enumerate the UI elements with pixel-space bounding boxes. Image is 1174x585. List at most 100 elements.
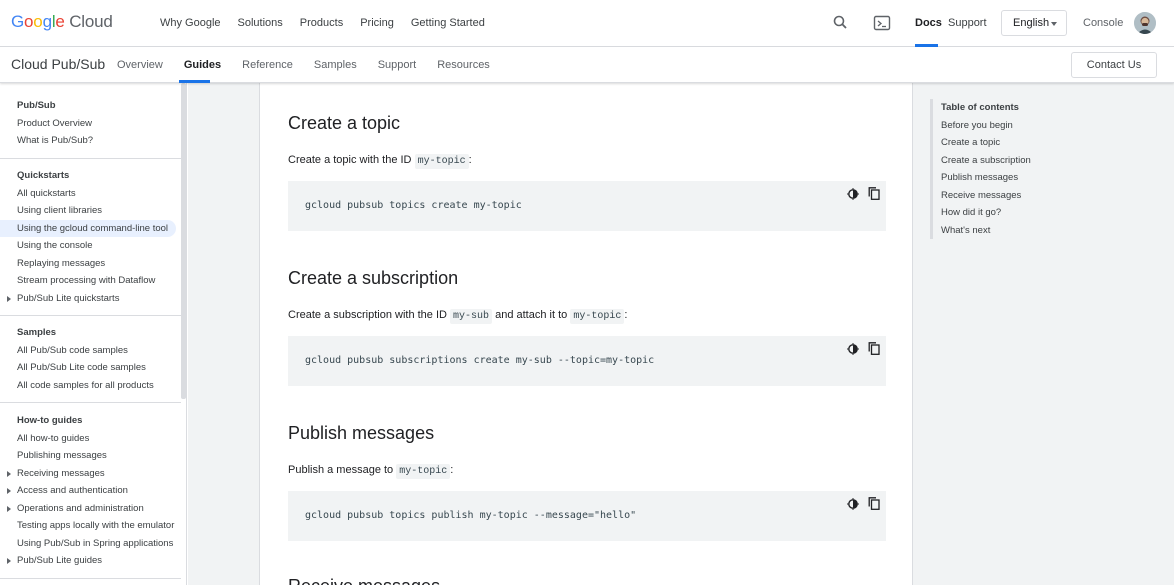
sidebar-item-label: Receiving messages: [17, 467, 105, 479]
nav-products[interactable]: Products: [300, 17, 343, 29]
toc-item-whats-next[interactable]: What's next: [941, 222, 1031, 240]
heading-receive-messages: Receive messages: [288, 576, 440, 585]
tab-samples[interactable]: Samples: [314, 59, 357, 71]
sidebar-item-product-overview[interactable]: Product Overview: [0, 115, 181, 133]
google-cloud-logo[interactable]: Google Cloud: [11, 12, 113, 32]
product-bar: Cloud Pub/Sub Overview Guides Reference …: [0, 47, 1174, 83]
tab-guides[interactable]: Guides: [184, 59, 221, 71]
product-title[interactable]: Cloud Pub/Sub: [11, 56, 105, 72]
toc-item-publish-messages[interactable]: Publish messages: [941, 169, 1031, 187]
caret-right-icon: [7, 488, 11, 494]
nav-why-google[interactable]: Why Google: [160, 17, 221, 29]
code-command[interactable]: gcloud pubsub topics publish my-topic --…: [305, 510, 636, 521]
dark-theme-icon[interactable]: [847, 497, 859, 510]
sidebar-item-label: Access and authentication: [17, 485, 128, 496]
logo-letter: o: [33, 12, 43, 31]
sidebar-item-pubsub-samples[interactable]: All Pub/Sub code samples: [0, 342, 181, 360]
sidebar-item-spring[interactable]: Using Pub/Sub in Spring applications: [0, 535, 181, 553]
sidebar-item-all-howto[interactable]: All how-to guides: [0, 430, 181, 448]
sidebar-item-dataflow[interactable]: Stream processing with Dataflow: [0, 272, 181, 290]
inline-code: my-topic: [396, 464, 451, 479]
toc-item-how-did-it-go[interactable]: How did it go?: [941, 204, 1031, 222]
sidebar-item-what-is-pubsub[interactable]: What is Pub/Sub?: [0, 132, 181, 150]
text: Publish a message to: [288, 464, 397, 476]
nav-solutions[interactable]: Solutions: [238, 17, 283, 29]
sidebar-item-all-quickstarts[interactable]: All quickstarts: [0, 185, 181, 203]
terminal-icon[interactable]: [873, 14, 891, 32]
copy-icon[interactable]: [868, 342, 880, 355]
sidebar-item-replaying-messages[interactable]: Replaying messages: [0, 255, 181, 273]
sidebar-item-lite-samples[interactable]: All Pub/Sub Lite code samples: [0, 359, 181, 377]
main-content: Create a topic Create a topic with the I…: [259, 83, 913, 585]
logo-letter: C: [69, 12, 82, 31]
logo-letter: o: [24, 12, 34, 31]
sidebar-item-publishing[interactable]: Publishing messages: [0, 447, 181, 465]
nav-divider: [0, 402, 181, 403]
toc-item-before-you-begin[interactable]: Before you begin: [941, 117, 1031, 135]
nav-getting-started[interactable]: Getting Started: [411, 17, 485, 29]
avatar[interactable]: [1134, 12, 1156, 34]
left-sidebar: Pub/Sub Product Overview What is Pub/Sub…: [0, 83, 187, 585]
dark-theme-icon[interactable]: [847, 342, 859, 355]
inline-code: my-sub: [450, 309, 493, 324]
copy-icon[interactable]: [868, 497, 880, 510]
nav-divider: [0, 578, 181, 579]
nav-section-howto: How-to guides All how-to guides Publishi…: [0, 412, 181, 570]
text: :: [468, 154, 472, 166]
chevron-down-icon: [1051, 22, 1057, 26]
heading-publish-messages: Publish messages: [288, 423, 435, 443]
tab-reference[interactable]: Reference: [242, 59, 293, 71]
top-nav: Why Google Solutions Products Pricing Ge…: [160, 17, 502, 29]
docs-link[interactable]: Docs: [915, 17, 942, 29]
nav-heading[interactable]: Quickstarts: [0, 167, 181, 185]
sidebar-item-client-libraries[interactable]: Using client libraries: [0, 202, 181, 220]
sidebar-item-operations[interactable]: Operations and administration: [0, 500, 181, 518]
toc-item-create-topic[interactable]: Create a topic: [941, 134, 1031, 152]
tab-support[interactable]: Support: [378, 59, 417, 71]
nav-section-samples: Samples All Pub/Sub code samples All Pub…: [0, 324, 181, 394]
sidebar-item-lite-guides[interactable]: Pub/Sub Lite guides: [0, 552, 181, 570]
nav-pricing[interactable]: Pricing: [360, 17, 394, 29]
sidebar-item-console[interactable]: Using the console: [0, 237, 181, 255]
logo-letter: G: [11, 12, 25, 31]
text: Create a subscription with the ID: [288, 309, 451, 321]
sidebar-item-emulator[interactable]: Testing apps locally with the emulator: [0, 517, 181, 535]
language-label: English: [1013, 17, 1050, 29]
language-select[interactable]: English: [1001, 10, 1067, 36]
code-block: gcloud pubsub topics create my-topic: [288, 181, 886, 231]
logo-letter: e: [55, 12, 65, 31]
toc-item-create-subscription[interactable]: Create a subscription: [941, 152, 1031, 170]
dark-theme-icon[interactable]: [847, 187, 859, 200]
sidebar-item-lite-quickstarts[interactable]: Pub/Sub Lite quickstarts: [0, 290, 181, 308]
sidebar-item-gcloud-cli[interactable]: Using the gcloud command-line tool: [0, 219, 176, 237]
top-bar: Google Cloud Why Google Solutions Produc…: [0, 0, 1174, 47]
toc-title: Table of contents: [941, 102, 1019, 113]
support-link[interactable]: Support: [948, 17, 987, 29]
paragraph-create-subscription: Create a subscription with the ID my-sub…: [288, 309, 627, 324]
sidebar-item-access-auth[interactable]: Access and authentication: [0, 482, 181, 500]
nav-section-quickstarts: Quickstarts All quickstarts Using client…: [0, 167, 181, 307]
nav-heading[interactable]: Pub/Sub: [0, 97, 181, 115]
search-icon[interactable]: [832, 14, 850, 32]
tab-resources[interactable]: Resources: [437, 59, 490, 71]
sidebar-scrollbar[interactable]: [181, 83, 186, 399]
code-command[interactable]: gcloud pubsub topics create my-topic: [305, 200, 522, 211]
caret-right-icon: [7, 470, 11, 477]
logo-letter: d: [103, 12, 113, 31]
sidebar-item-receiving[interactable]: Receiving messages: [0, 465, 181, 483]
nav-heading[interactable]: How-to guides: [0, 412, 181, 430]
nav-heading[interactable]: Samples: [0, 324, 181, 342]
code-command[interactable]: gcloud pubsub subscriptions create my-su…: [305, 355, 654, 366]
nav-divider: [0, 158, 181, 159]
toc-item-receive-messages[interactable]: Receive messages: [941, 187, 1031, 205]
console-link[interactable]: Console: [1083, 17, 1123, 29]
table-of-contents: Table of contents Before you begin Creat…: [930, 99, 1031, 239]
copy-icon[interactable]: [868, 187, 880, 200]
heading-create-subscription: Create a subscription: [288, 268, 459, 288]
active-tab-indicator: [179, 80, 210, 83]
inline-code: my-topic: [570, 309, 625, 324]
caret-right-icon: [7, 505, 11, 512]
sidebar-item-all-samples[interactable]: All code samples for all products: [0, 377, 181, 395]
tab-overview[interactable]: Overview: [117, 59, 163, 71]
contact-us-button[interactable]: Contact Us: [1071, 52, 1157, 78]
